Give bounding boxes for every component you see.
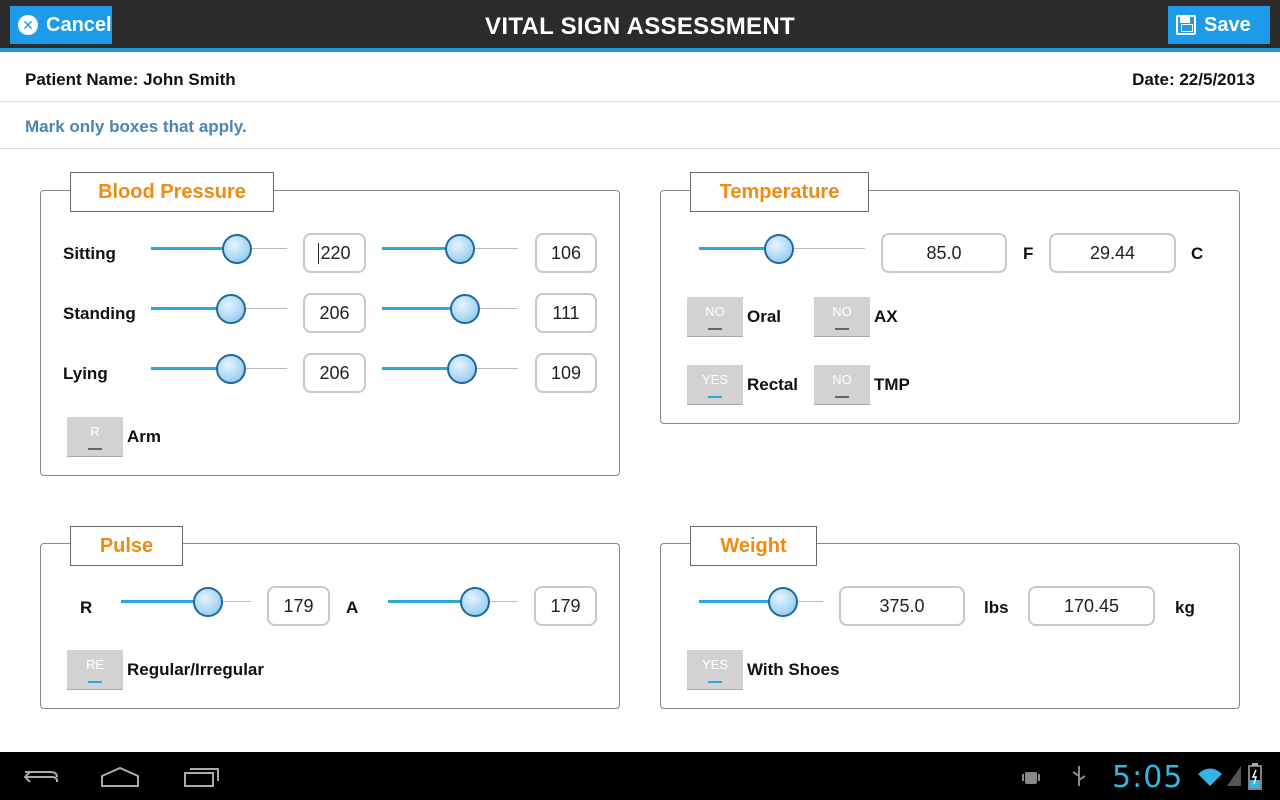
status-clock: 5:05 (1112, 760, 1184, 795)
pulse-r-field[interactable]: 179 (267, 586, 330, 626)
temperature-title: Temperature (690, 172, 869, 212)
lbs-unit: lbs (984, 598, 1009, 617)
toggle-text: R (90, 424, 100, 439)
temperature-slider[interactable] (699, 234, 865, 264)
bp-lying-label: Lying (63, 364, 108, 383)
weight-title: Weight (690, 526, 817, 566)
arm-label: Arm (127, 427, 162, 446)
home-icon[interactable] (100, 766, 140, 788)
patient-info-row: Patient Name: John Smith Date: 22/5/2013 (0, 56, 1280, 102)
save-label: Save (1204, 13, 1251, 36)
slider-thumb[interactable] (768, 587, 799, 617)
rectal-label: Rectal (747, 375, 799, 394)
page-title: VITAL SIGN ASSESSMENT (485, 13, 795, 40)
bp-lying-systolic-slider[interactable] (151, 354, 287, 384)
weight-lbs-field[interactable]: 375.0 (839, 586, 965, 626)
bp-sitting-label: Sitting (63, 244, 116, 263)
bp-standing-diastolic-slider[interactable] (382, 294, 518, 324)
field-value: 220 (318, 242, 351, 264)
bp-lying-diastolic-slider[interactable] (382, 354, 518, 384)
battery-icon (1248, 763, 1262, 790)
slider-thumb[interactable] (193, 587, 224, 617)
floppy-disk-icon (1176, 15, 1196, 35)
signal-icon (1227, 766, 1241, 786)
slider-thumb[interactable] (460, 587, 491, 617)
kg-unit: kg (1175, 598, 1195, 617)
pulse-r-label: R (80, 598, 93, 617)
toggle-text: NO (832, 372, 852, 387)
instruction-row: Mark only boxes that apply. (0, 103, 1280, 149)
pulse-a-field[interactable]: 179 (534, 586, 597, 626)
bp-sitting-diastolic-slider[interactable] (382, 234, 518, 264)
slider-thumb[interactable] (449, 294, 480, 324)
ax-toggle[interactable]: NO (814, 297, 870, 337)
pulse-a-label: A (346, 598, 359, 617)
slider-thumb[interactable] (444, 234, 475, 264)
oral-toggle[interactable]: NO (687, 297, 743, 337)
slider-thumb[interactable] (216, 354, 247, 384)
toggle-text: YES (701, 657, 728, 672)
weight-panel (660, 543, 1240, 709)
toggle-text: NO (832, 304, 852, 319)
pulse-r-slider[interactable] (121, 587, 251, 617)
slider-thumb[interactable] (216, 294, 247, 324)
arm-toggle[interactable]: R (67, 417, 123, 457)
save-button[interactable]: Save (1168, 6, 1270, 44)
bp-standing-label: Standing (63, 304, 136, 323)
weight-slider[interactable] (699, 587, 823, 617)
weight-kg-field[interactable]: 170.45 (1028, 586, 1155, 626)
pulse-title: Pulse (70, 526, 183, 566)
bp-sitting-systolic-slider[interactable] (151, 234, 287, 264)
tmp-label: TMP (874, 375, 910, 394)
tmp-toggle[interactable]: NO (814, 365, 870, 405)
slider-thumb[interactable] (763, 234, 794, 264)
bp-standing-systolic-field[interactable]: 206 (303, 293, 366, 333)
toggle-text: YES (701, 372, 728, 387)
rhythm-toggle[interactable]: RE (67, 650, 123, 690)
recent-apps-icon[interactable] (183, 766, 221, 788)
bp-lying-systolic-field[interactable]: 206 (303, 353, 366, 393)
fahrenheit-field[interactable]: 85.0 (881, 233, 1007, 273)
rhythm-label: Regular/Irregular (127, 660, 264, 679)
pulse-a-slider[interactable] (388, 587, 518, 617)
bp-lying-diastolic-field[interactable]: 109 (535, 353, 597, 393)
usb-icon (1072, 766, 1086, 786)
blood-pressure-title: Blood Pressure (70, 172, 274, 212)
celsius-field[interactable]: 29.44 (1049, 233, 1176, 273)
assessment-date: Date: 22/5/2013 (1132, 70, 1255, 89)
bp-standing-systolic-slider[interactable] (151, 294, 287, 324)
instruction-text: Mark only boxes that apply. (25, 117, 247, 136)
back-icon[interactable] (22, 766, 60, 788)
with-shoes-label: With Shoes (747, 660, 840, 679)
action-bar: ✕ Cancel VITAL SIGN ASSESSMENT Save (0, 0, 1280, 52)
android-debug-icon (1022, 772, 1040, 784)
slider-thumb[interactable] (447, 354, 478, 384)
bp-sitting-systolic-field[interactable]: 220 (303, 233, 366, 273)
bp-sitting-diastolic-field[interactable]: 106 (535, 233, 597, 273)
system-navigation-bar: 5:05 (0, 752, 1280, 800)
pulse-panel (40, 543, 620, 709)
ax-label: AX (874, 307, 898, 326)
toggle-text: RE (85, 657, 105, 672)
rectal-toggle[interactable]: YES (687, 365, 743, 405)
bp-standing-diastolic-field[interactable]: 111 (535, 293, 597, 333)
patient-name: Patient Name: John Smith (25, 70, 236, 89)
oral-label: Oral (747, 307, 782, 326)
wifi-icon (1198, 768, 1222, 786)
slider-thumb[interactable] (221, 234, 252, 264)
fahrenheit-unit: F (1023, 244, 1034, 263)
celsius-unit: C (1191, 244, 1204, 263)
with-shoes-toggle[interactable]: YES (687, 650, 743, 690)
toggle-text: NO (705, 304, 725, 319)
